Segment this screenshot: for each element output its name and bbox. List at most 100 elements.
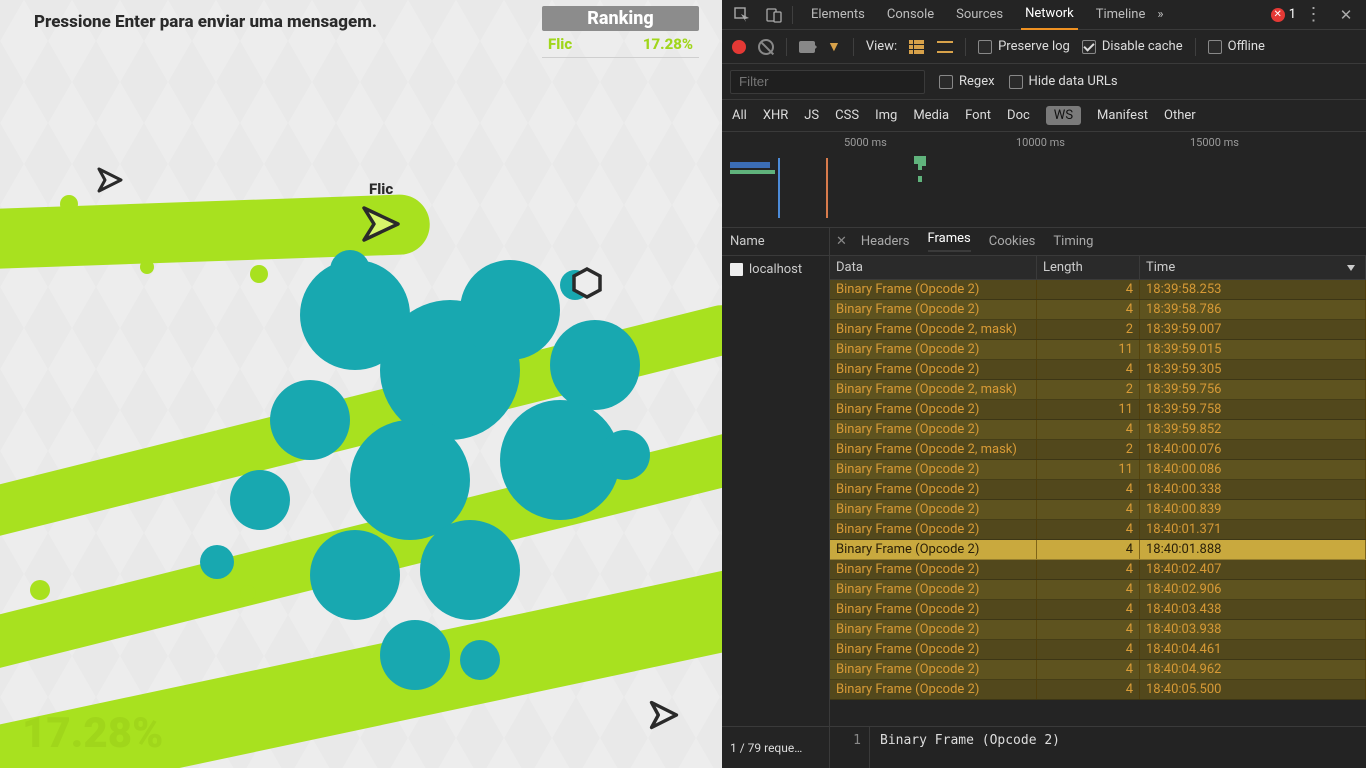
overview-bar bbox=[922, 156, 926, 166]
ws-cell-data: Binary Frame (Opcode 2) bbox=[830, 660, 1037, 679]
hide-data-urls-label: Hide data URLs bbox=[1029, 74, 1118, 89]
ws-frame-row[interactable]: Binary Frame (Opcode 2)1118:40:00.086 bbox=[830, 460, 1366, 480]
ws-frame-row[interactable]: Binary Frame (Opcode 2)1118:39:59.015 bbox=[830, 340, 1366, 360]
type-tab-font[interactable]: Font bbox=[965, 108, 991, 123]
ws-tab-timing[interactable]: Timing bbox=[1053, 234, 1093, 249]
ws-frame-row[interactable]: Binary Frame (Opcode 2)418:39:59.305 bbox=[830, 360, 1366, 380]
type-tab-img[interactable]: Img bbox=[875, 108, 897, 123]
ws-frame-row[interactable]: Binary Frame (Opcode 2)418:39:58.253 bbox=[830, 280, 1366, 300]
ws-table-header: Data Length Time bbox=[830, 256, 1366, 280]
ws-frame-row[interactable]: Binary Frame (Opcode 2)418:40:00.839 bbox=[830, 500, 1366, 520]
paint-blob bbox=[460, 640, 500, 680]
overview-marker bbox=[778, 158, 780, 218]
ws-tab-cookies[interactable]: Cookies bbox=[989, 234, 1036, 249]
ws-cell-time: 18:39:59.305 bbox=[1140, 360, 1366, 379]
ws-cell-data: Binary Frame (Opcode 2) bbox=[830, 500, 1037, 519]
tab-elements[interactable]: Elements bbox=[807, 0, 869, 30]
ws-cell-data: Binary Frame (Opcode 2) bbox=[830, 540, 1037, 559]
tab-network[interactable]: Network bbox=[1021, 0, 1078, 30]
inspect-icon[interactable] bbox=[728, 2, 756, 28]
ws-frame-row[interactable]: Binary Frame (Opcode 2)418:40:03.438 bbox=[830, 600, 1366, 620]
ws-frame-row[interactable]: Binary Frame (Opcode 2)418:40:02.906 bbox=[830, 580, 1366, 600]
screenshot-icon[interactable] bbox=[799, 41, 815, 53]
clear-icon[interactable] bbox=[758, 39, 774, 55]
ws-frame-row[interactable]: Binary Frame (Opcode 2)418:40:04.962 bbox=[830, 660, 1366, 680]
ws-frame-row[interactable]: Binary Frame (Opcode 2, mask)218:39:59.7… bbox=[830, 380, 1366, 400]
ws-frame-row[interactable]: Binary Frame (Opcode 2)418:40:05.500 bbox=[830, 680, 1366, 700]
ws-cell-data: Binary Frame (Opcode 2) bbox=[830, 580, 1037, 599]
tabs-overflow[interactable]: » bbox=[1153, 0, 1167, 30]
ranking-title: Ranking bbox=[542, 6, 699, 31]
game-viewport[interactable]: Flic Pressione Enter para enviar uma men… bbox=[0, 0, 722, 768]
ws-tab-headers[interactable]: Headers bbox=[861, 234, 910, 249]
ws-frame-row[interactable]: Binary Frame (Opcode 2)418:40:02.407 bbox=[830, 560, 1366, 580]
ws-cell-data: Binary Frame (Opcode 2) bbox=[830, 460, 1037, 479]
separator bbox=[792, 6, 793, 24]
ws-frame-row[interactable]: Binary Frame (Opcode 2, mask)218:40:00.0… bbox=[830, 440, 1366, 460]
hexagon-icon bbox=[570, 266, 604, 300]
filter-input[interactable] bbox=[730, 70, 925, 94]
ws-frame-row[interactable]: Binary Frame (Opcode 2)418:40:01.888 bbox=[830, 540, 1366, 560]
close-icon[interactable]: ✕ bbox=[836, 234, 847, 249]
hide-data-urls-checkbox[interactable]: Hide data URLs bbox=[1009, 74, 1118, 89]
ws-col-header-data[interactable]: Data bbox=[830, 256, 1037, 279]
type-tab-js[interactable]: JS bbox=[804, 108, 819, 123]
ranking-panel: Ranking Flic 17.28% bbox=[542, 6, 699, 58]
ws-tab-frames[interactable]: Frames bbox=[928, 231, 971, 252]
ws-rows[interactable]: Binary Frame (Opcode 2)418:39:58.253Bina… bbox=[830, 280, 1366, 726]
regex-checkbox[interactable]: Regex bbox=[939, 74, 995, 89]
type-tab-all[interactable]: All bbox=[732, 108, 747, 123]
ws-cell-length: 2 bbox=[1037, 320, 1140, 339]
filter-icon[interactable]: ▼ bbox=[827, 38, 841, 55]
type-tab-ws[interactable]: WS bbox=[1046, 106, 1081, 125]
detail-line-number: 1 bbox=[830, 727, 870, 768]
ws-subtabs: ✕ Headers Frames Cookies Timing bbox=[830, 228, 1366, 256]
network-overview[interactable]: 5000 ms 10000 ms 15000 ms bbox=[722, 132, 1366, 228]
record-icon[interactable] bbox=[732, 40, 746, 54]
ws-cell-time: 18:39:58.786 bbox=[1140, 300, 1366, 319]
error-count-icon: ✕ bbox=[1271, 8, 1285, 22]
requests-header[interactable]: Name bbox=[722, 228, 829, 256]
ws-frame-row[interactable]: Binary Frame (Opcode 2)418:40:00.338 bbox=[830, 480, 1366, 500]
device-toggle-icon[interactable] bbox=[760, 2, 788, 28]
view-large-icon[interactable] bbox=[909, 40, 925, 54]
type-tab-media[interactable]: Media bbox=[913, 108, 949, 123]
paint-blob bbox=[460, 260, 560, 360]
type-tab-other[interactable]: Other bbox=[1164, 108, 1196, 123]
paint-blob bbox=[200, 545, 234, 579]
ws-cell-data: Binary Frame (Opcode 2) bbox=[830, 280, 1037, 299]
coverage-percent: 17.28% bbox=[22, 709, 163, 758]
player-ship bbox=[358, 202, 402, 246]
ws-cell-time: 18:39:59.007 bbox=[1140, 320, 1366, 339]
ws-frame-row[interactable]: Binary Frame (Opcode 2)418:40:01.371 bbox=[830, 520, 1366, 540]
type-tab-css[interactable]: CSS bbox=[835, 108, 859, 123]
close-icon[interactable]: ✕ bbox=[1332, 2, 1360, 28]
tab-console[interactable]: Console bbox=[883, 0, 938, 30]
ranking-row: Flic 17.28% bbox=[542, 31, 699, 58]
ws-cell-time: 18:40:00.338 bbox=[1140, 480, 1366, 499]
paint-blob bbox=[550, 320, 640, 410]
preserve-log-checkbox[interactable]: Preserve log bbox=[978, 39, 1070, 54]
ws-cell-length: 4 bbox=[1037, 500, 1140, 519]
type-tab-doc[interactable]: Doc bbox=[1007, 108, 1030, 123]
view-small-icon[interactable] bbox=[937, 41, 953, 53]
type-tab-manifest[interactable]: Manifest bbox=[1097, 108, 1148, 123]
offline-checkbox[interactable]: Offline bbox=[1208, 39, 1265, 54]
ws-frame-row[interactable]: Binary Frame (Opcode 2)418:40:04.461 bbox=[830, 640, 1366, 660]
ws-col-header-time[interactable]: Time bbox=[1140, 256, 1366, 279]
disable-cache-checkbox[interactable]: Disable cache bbox=[1082, 39, 1183, 54]
ws-cell-data: Binary Frame (Opcode 2, mask) bbox=[830, 440, 1037, 459]
kebab-menu-icon[interactable]: ⋮ bbox=[1300, 2, 1328, 28]
tab-timeline[interactable]: Timeline bbox=[1092, 0, 1150, 30]
paint-blob bbox=[420, 520, 520, 620]
ws-frame-row[interactable]: Binary Frame (Opcode 2)1118:39:59.758 bbox=[830, 400, 1366, 420]
error-badge[interactable]: ✕ 1 bbox=[1271, 7, 1296, 22]
ws-frame-row[interactable]: Binary Frame (Opcode 2, mask)218:39:59.0… bbox=[830, 320, 1366, 340]
type-tab-xhr[interactable]: XHR bbox=[763, 108, 788, 123]
ws-frame-row[interactable]: Binary Frame (Opcode 2)418:40:03.938 bbox=[830, 620, 1366, 640]
request-row[interactable]: localhost bbox=[722, 256, 829, 283]
ws-frame-row[interactable]: Binary Frame (Opcode 2)418:39:58.786 bbox=[830, 300, 1366, 320]
tab-sources[interactable]: Sources bbox=[952, 0, 1007, 30]
ws-frame-row[interactable]: Binary Frame (Opcode 2)418:39:59.852 bbox=[830, 420, 1366, 440]
ws-col-header-length[interactable]: Length bbox=[1037, 256, 1140, 279]
